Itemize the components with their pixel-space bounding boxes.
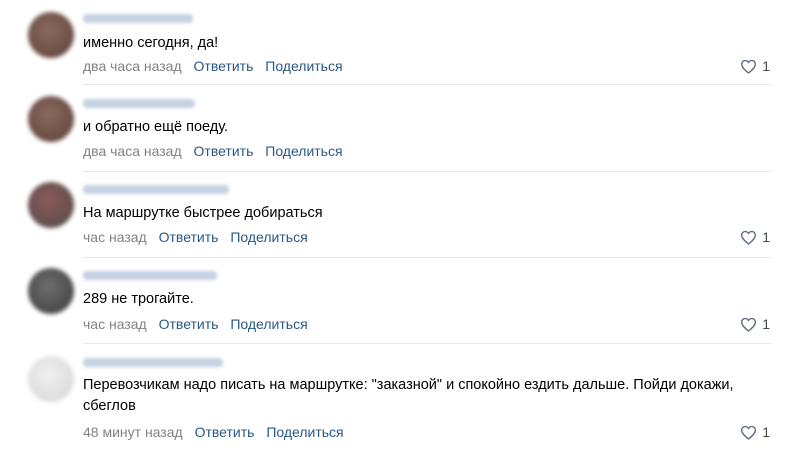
comment-meta: два часа назад Ответить Поделиться: [83, 142, 343, 160]
divider: [83, 257, 772, 258]
like-count: 1: [762, 424, 770, 440]
avatar[interactable]: [28, 356, 74, 402]
like-button[interactable]: 1: [740, 228, 770, 246]
like-button[interactable]: 1: [740, 315, 770, 333]
comment-meta: 48 минут назад Ответить Поделиться: [83, 423, 344, 441]
author-name-blurred[interactable]: [83, 14, 193, 23]
reply-link[interactable]: Ответить: [194, 143, 254, 159]
avatar[interactable]: [28, 182, 74, 228]
comment-time[interactable]: два часа назад: [83, 143, 182, 159]
avatar[interactable]: [28, 96, 74, 142]
divider: [83, 171, 772, 172]
comment-text: именно сегодня, да!: [83, 35, 219, 51]
comment-meta: час назад Ответить Поделиться: [83, 228, 308, 246]
like-count: 1: [762, 229, 770, 245]
like-count: 1: [762, 316, 770, 332]
heart-icon: [741, 230, 757, 245]
comment-meta: час назад Ответить Поделиться: [83, 315, 308, 333]
heart-icon: [741, 59, 757, 74]
share-link[interactable]: Поделиться: [230, 316, 307, 332]
comment-text: На маршрутке быстрее добираться: [83, 205, 323, 221]
reply-link[interactable]: Ответить: [194, 58, 254, 74]
avatar[interactable]: [28, 12, 74, 58]
divider: [83, 343, 772, 344]
heart-icon: [741, 317, 757, 332]
reply-link[interactable]: Ответить: [195, 424, 255, 440]
author-name-blurred[interactable]: [83, 358, 223, 367]
comment-time[interactable]: два часа назад: [83, 58, 182, 74]
divider: [83, 84, 772, 85]
reply-link[interactable]: Ответить: [159, 229, 219, 245]
like-button[interactable]: 1: [740, 57, 770, 75]
author-name-blurred[interactable]: [83, 185, 229, 194]
share-link[interactable]: Поделиться: [265, 143, 342, 159]
comment-text: Перевозчикам надо писать на маршрутке: "…: [83, 377, 734, 414]
share-link[interactable]: Поделиться: [266, 424, 343, 440]
comment-text: и обратно ещё поеду.: [83, 119, 229, 135]
heart-icon: [741, 425, 757, 440]
share-link[interactable]: Поделиться: [230, 229, 307, 245]
comment-time[interactable]: час назад: [83, 316, 147, 332]
reply-link[interactable]: Ответить: [159, 316, 219, 332]
author-name-blurred[interactable]: [83, 271, 217, 280]
author-name-blurred[interactable]: [83, 99, 195, 108]
comment-meta: два часа назад Ответить Поделиться: [83, 57, 343, 75]
like-count: 1: [762, 58, 770, 74]
share-link[interactable]: Поделиться: [265, 58, 342, 74]
comment-time[interactable]: час назад: [83, 229, 147, 245]
comment-text: 289 не трогайте.: [83, 291, 194, 307]
like-button[interactable]: 1: [740, 423, 770, 441]
comment-time[interactable]: 48 минут назад: [83, 424, 183, 440]
avatar[interactable]: [28, 268, 74, 314]
